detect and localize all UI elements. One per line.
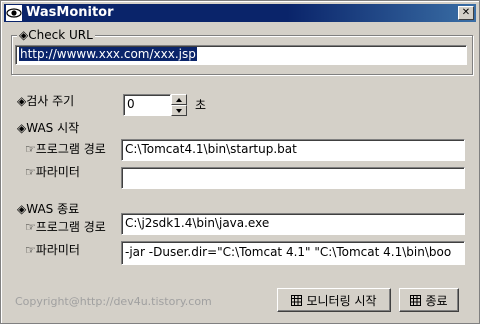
monitor-start-button[interactable]: 모니터링 시작 [277,288,391,312]
stop-program-label: ☞프로그램 경로 [25,220,106,234]
check-url-legend: ◈Check URL [17,28,95,42]
copyright-text: Copyright@http://dev4u.tistory.com [15,295,212,308]
stop-param-value: -jar -Duser.dir="C:\Tomcat 4.1" "C:\Tomc… [125,245,452,259]
stop-program-input[interactable]: C:\j2sdk1.4\bin\java.exe [121,213,465,235]
close-icon: ✕ [461,7,471,18]
was-stop-heading: ◈WAS 종료 [17,202,80,216]
close-button[interactable]: ✕ [458,6,474,20]
stop-program-value: C:\j2sdk1.4\bin\java.exe [125,216,270,230]
spin-up-button[interactable] [171,94,187,105]
check-url-value: http://wwww.xxx.com/xxx.jsp [19,47,197,61]
title-bar[interactable]: WasMonitor ✕ [4,4,476,22]
window-title: WasMonitor [26,5,114,20]
spin-down-button[interactable] [171,105,187,116]
interval-unit: 초 [195,98,207,112]
interval-label: ◈검사 주기 [17,94,75,108]
monitor-start-label: 모니터링 시작 [306,293,377,308]
interval-value: 0 [127,97,135,111]
stop-param-label: ☞파라미터 [25,243,80,257]
start-program-value: C:\Tomcat4.1\bin\startup.bat [125,142,297,156]
check-url-input[interactable]: http://wwww.xxx.com/xxx.jsp [15,45,467,65]
exit-label: 종료 [425,293,448,308]
grid-icon [291,294,303,306]
start-param-label: ☞파라미터 [25,165,80,179]
arrow-down-icon [176,108,182,113]
start-program-label: ☞프로그램 경로 [25,142,106,156]
exit-button[interactable]: 종료 [399,288,459,312]
eye-icon [6,5,22,21]
interval-input[interactable]: 0 [123,94,171,116]
interval-spinner [171,94,187,116]
stop-param-input[interactable]: -jar -Duser.dir="C:\Tomcat 4.1" "C:\Tomc… [121,241,465,265]
start-param-input[interactable] [121,167,465,189]
was-start-heading: ◈WAS 시작 [17,121,80,135]
app-window: WasMonitor ✕ ◈Check URL http://wwww.xxx.… [0,0,480,324]
start-program-input[interactable]: C:\Tomcat4.1\bin\startup.bat [121,139,465,161]
arrow-up-icon [176,97,182,102]
grid-icon [410,294,422,306]
